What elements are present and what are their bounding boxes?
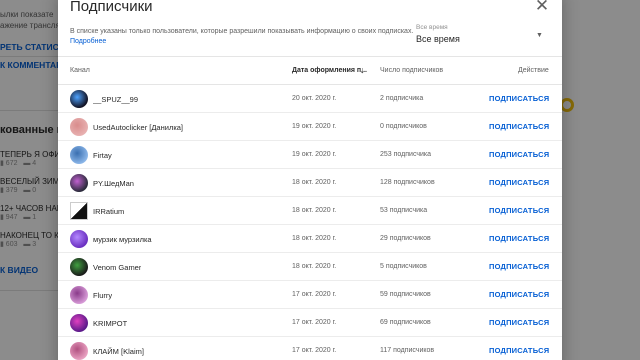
subscriber-row: Flurry 17 окт. 2020 г. 59 подписчиков ПОДПИ…: [58, 281, 562, 309]
subscriber-count: 117 подписчиков: [380, 347, 435, 354]
subscriber-row: мурзик мурзилка 18 окт. 2020 г. 29 подписч…: [58, 225, 562, 253]
channel-name[interactable]: Flurry: [93, 291, 112, 300]
subscriber-row: Firtay 19 окт. 2020 г. 253 подписчика ПОДПИ…: [58, 141, 562, 169]
subscriber-count: 253 подписчика: [380, 151, 432, 158]
avatar[interactable]: [70, 202, 88, 220]
subscriber-row: IRRatium 18 окт. 2020 г. 53 подписчика ПОДП…: [58, 197, 562, 225]
subscriber-count: 2 подписчика: [380, 95, 424, 102]
dialog-title: Подписчики: [70, 0, 153, 15]
subscriber-count: 69 подписчиков: [380, 319, 431, 326]
subscribe-button[interactable]: ПОДПИСАТЬСЯ: [489, 234, 549, 243]
subscriber-row: UsedAutoclicker [Данилка] 19 окт. 2020 г.…: [58, 113, 562, 141]
channel-name[interactable]: КЛАЙМ [Klaim]: [93, 347, 144, 356]
avatar[interactable]: [70, 90, 88, 108]
subscribers-dialog: Подписчики ✕ В списке указаны только пол…: [58, 0, 562, 360]
column-header-channel: Канал: [70, 67, 90, 74]
subscriber-count: 5 подписчиков: [380, 263, 427, 270]
subscribe-button[interactable]: ПОДПИСАТЬСЯ: [489, 262, 549, 271]
subscribe-button[interactable]: ПОДПИСАТЬСЯ: [489, 318, 549, 327]
channel-name[interactable]: IRRatium: [93, 207, 124, 216]
subscriber-row: __SPUZ__99 20 окт. 2020 г. 2 подписчика ПОД…: [58, 85, 562, 113]
subscription-date: 20 окт. 2020 г.: [292, 95, 337, 102]
subscription-date: 18 окт. 2020 г.: [292, 263, 337, 270]
period-select-label: Все время: [416, 24, 448, 31]
subscribe-button[interactable]: ПОДПИСАТЬСЯ: [489, 290, 549, 299]
subscribe-button[interactable]: ПОДПИСАТЬСЯ: [489, 206, 549, 215]
avatar[interactable]: [70, 342, 88, 360]
avatar[interactable]: [70, 174, 88, 192]
channel-name[interactable]: Firtay: [93, 151, 112, 160]
channel-name[interactable]: PY.ШедMan: [93, 179, 134, 188]
subscriber-count: 29 подписчиков: [380, 235, 431, 242]
caret-down-icon: ▼: [536, 32, 543, 39]
subscriber-count: 59 подписчиков: [380, 291, 431, 298]
subscribe-button[interactable]: ПОДПИСАТЬСЯ: [489, 178, 549, 187]
learn-more-link[interactable]: Подробнее: [70, 38, 106, 45]
avatar[interactable]: [70, 230, 88, 248]
subscriber-row: Venom Gamer 18 окт. 2020 г. 5 подписчиков П…: [58, 253, 562, 281]
info-text: В списке указаны только пользователи, ко…: [70, 28, 414, 35]
subscription-date: 17 окт. 2020 г.: [292, 291, 337, 298]
channel-name[interactable]: KRIMPOT: [93, 319, 127, 328]
avatar[interactable]: [70, 118, 88, 136]
subscription-date: 19 окт. 2020 г.: [292, 151, 337, 158]
avatar[interactable]: [70, 286, 88, 304]
subscription-date: 19 окт. 2020 г.: [292, 123, 337, 130]
close-icon[interactable]: ✕: [532, 0, 552, 16]
subscribe-button[interactable]: ПОДПИСАТЬСЯ: [489, 346, 549, 355]
subscription-date: 18 окт. 2020 г.: [292, 207, 337, 214]
subscribe-button[interactable]: ПОДПИСАТЬСЯ: [489, 122, 549, 131]
subscriber-count: 128 подписчиков: [380, 179, 435, 186]
arrow-down-icon[interactable]: ↓: [360, 65, 365, 75]
channel-name[interactable]: Venom Gamer: [93, 263, 141, 272]
subscriber-row: PY.ШедMan 18 окт. 2020 г. 128 подписчиков П…: [58, 169, 562, 197]
avatar[interactable]: [70, 314, 88, 332]
period-select[interactable]: Все время Все время ▼: [416, 24, 548, 48]
column-header-subscribers: Число подписчиков: [380, 67, 444, 74]
period-select-value: Все время: [416, 34, 460, 44]
column-header-date[interactable]: Дата оформления п...: [292, 67, 367, 74]
avatar[interactable]: [70, 258, 88, 276]
subscribe-button[interactable]: ПОДПИСАТЬСЯ: [489, 94, 549, 103]
divider: [58, 56, 562, 57]
channel-name[interactable]: UsedAutoclicker [Данилка]: [93, 123, 183, 132]
subscription-date: 18 окт. 2020 г.: [292, 235, 337, 242]
channel-name[interactable]: __SPUZ__99: [93, 95, 138, 104]
column-header-action: Действие: [518, 67, 549, 74]
subscription-date: 17 окт. 2020 г.: [292, 347, 337, 354]
subscriber-count: 53 подписчика: [380, 207, 428, 214]
subscription-date: 17 окт. 2020 г.: [292, 319, 337, 326]
subscriber-row: КЛАЙМ [Klaim] 17 окт. 2020 г. 117 подписчи…: [58, 337, 562, 360]
channel-name[interactable]: мурзик мурзилка: [93, 235, 152, 244]
subscription-date: 18 окт. 2020 г.: [292, 179, 337, 186]
avatar[interactable]: [70, 146, 88, 164]
subscriber-count: 0 подписчиков: [380, 123, 427, 130]
subscriber-row: KRIMPOT 17 окт. 2020 г. 69 подписчиков ПОДП…: [58, 309, 562, 337]
subscribe-button[interactable]: ПОДПИСАТЬСЯ: [489, 150, 549, 159]
